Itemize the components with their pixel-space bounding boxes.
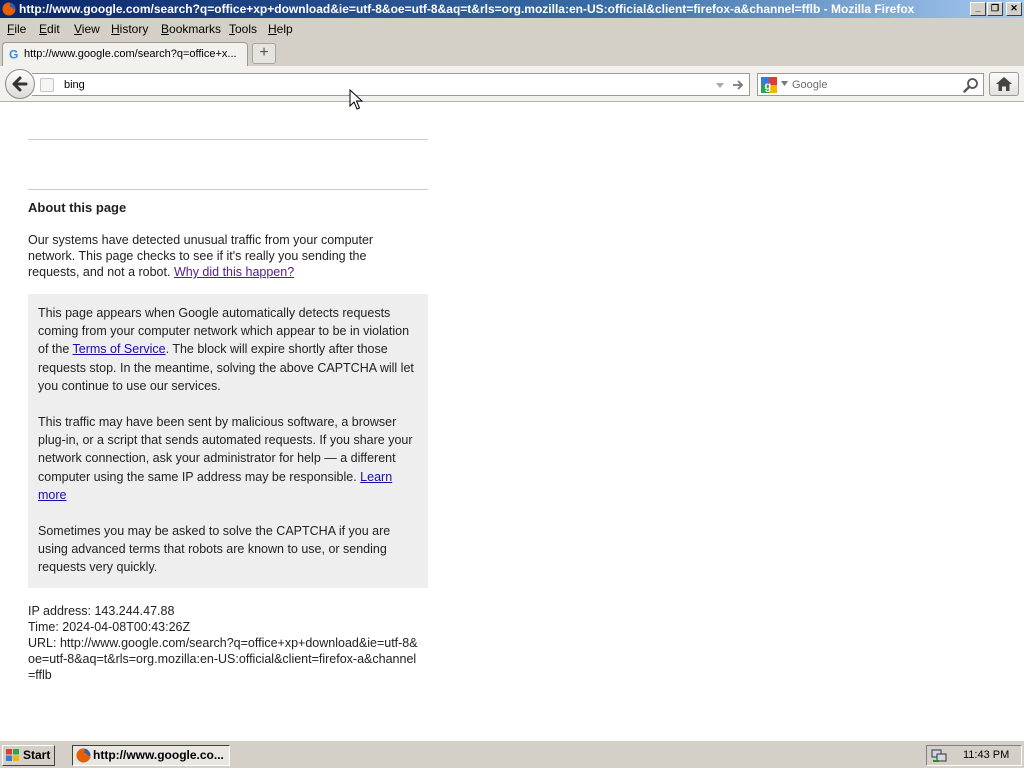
terms-of-service-link[interactable]: Terms of Service xyxy=(73,342,166,356)
taskbar: Start http://www.google.co... 11:43 PM xyxy=(0,740,1024,768)
info-paragraph-2: This traffic may have been sent by malic… xyxy=(38,415,413,502)
history-dropdown-icon[interactable] xyxy=(714,78,726,92)
tab-label: http://www.google.com/search?q=office+x.… xyxy=(24,48,237,60)
back-button[interactable] xyxy=(5,69,35,99)
navigation-toolbar: g xyxy=(0,66,1024,102)
menu-tools[interactable]: Tools xyxy=(229,18,257,40)
engine-dropdown-icon[interactable] xyxy=(781,81,788,87)
search-input[interactable] xyxy=(792,76,958,93)
why-did-this-happen-link[interactable]: Why did this happen? xyxy=(174,265,294,279)
system-tray: 11:43 PM xyxy=(926,745,1022,766)
info-paragraph-3: Sometimes you may be asked to solve the … xyxy=(38,524,391,575)
go-arrow-icon[interactable] xyxy=(731,77,745,93)
menu-file[interactable]: File xyxy=(7,18,26,40)
firefox-icon xyxy=(2,2,16,16)
timestamp: Time: 2024-04-08T00:43:26Z xyxy=(28,620,191,634)
google-favicon-icon: G xyxy=(9,48,18,60)
close-button[interactable]: ✕ xyxy=(1006,2,1022,16)
mouse-cursor-icon xyxy=(349,89,363,110)
home-icon xyxy=(996,77,1012,91)
firefox-icon xyxy=(76,748,91,763)
clock[interactable]: 11:43 PM xyxy=(963,746,1009,765)
about-heading: About this page xyxy=(28,200,127,215)
svg-text:G: G xyxy=(9,48,18,60)
start-button[interactable]: Start xyxy=(2,745,55,766)
ip-address: IP address: 143.244.47.88 xyxy=(28,604,175,618)
menu-help[interactable]: Help xyxy=(268,18,293,40)
info-paragraph-1: This page appears when Google automatica… xyxy=(38,306,414,393)
taskbar-window-label: http://www.google.co... xyxy=(93,748,224,762)
divider xyxy=(28,139,428,140)
url-bar[interactable] xyxy=(32,73,750,96)
taskbar-firefox-window[interactable]: http://www.google.co... xyxy=(72,745,230,766)
menu-bookmarks[interactable]: Bookmarks xyxy=(161,18,221,40)
network-icon[interactable] xyxy=(931,748,947,763)
new-tab-button[interactable]: + xyxy=(252,43,276,64)
menu-view[interactable]: View xyxy=(74,18,100,40)
tab-strip: G http://www.google.com/search?q=office+… xyxy=(0,40,1024,66)
menu-edit[interactable]: Edit xyxy=(39,18,60,40)
magnifier-icon[interactable] xyxy=(963,77,979,93)
intro-text: Our systems have detected unusual traffi… xyxy=(28,233,374,279)
start-label: Start xyxy=(23,748,51,762)
minimize-button[interactable]: _ xyxy=(970,2,986,16)
windows-logo-icon xyxy=(6,749,19,761)
menu-history[interactable]: History xyxy=(111,18,148,40)
window-title: http://www.google.com/search?q=office+xp… xyxy=(19,2,915,16)
page-content: About this page Our systems have detecte… xyxy=(0,103,1024,740)
page-identity-icon[interactable] xyxy=(40,78,54,92)
home-button[interactable] xyxy=(989,72,1019,96)
window-title-bar: http://www.google.com/search?q=office+xp… xyxy=(0,0,1024,18)
tab-google-search[interactable]: G http://www.google.com/search?q=office+… xyxy=(2,42,248,66)
menu-bar: File Edit View History Bookmarks Tools H… xyxy=(0,18,1024,40)
google-icon[interactable]: g xyxy=(761,77,777,93)
info-box: This page appears when Google automatica… xyxy=(28,294,428,588)
svg-text:g: g xyxy=(765,81,772,93)
request-url: URL: http://www.google.com/search?q=offi… xyxy=(28,636,418,682)
back-arrow-icon xyxy=(12,76,28,92)
restore-button[interactable]: ❐ xyxy=(987,2,1003,16)
url-input[interactable] xyxy=(64,76,704,93)
search-bar[interactable]: g xyxy=(757,73,984,96)
request-details: IP address: 143.244.47.88 Time: 2024-04-… xyxy=(28,603,420,683)
divider xyxy=(28,189,428,190)
